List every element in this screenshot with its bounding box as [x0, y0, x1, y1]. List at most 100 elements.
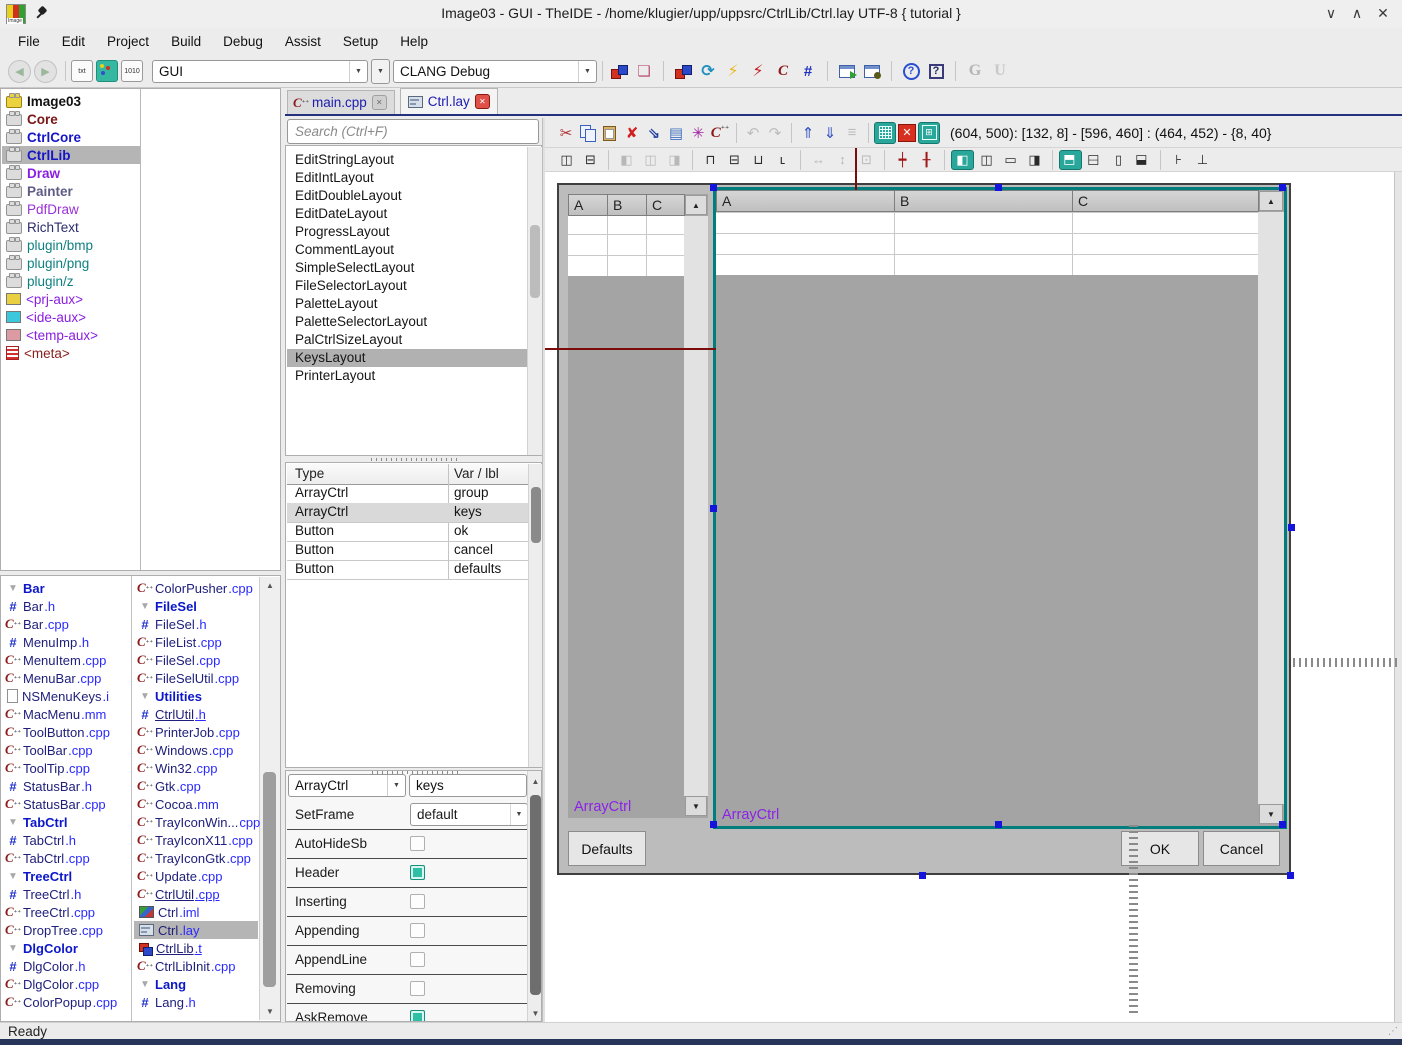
file-item-macmenu-mm[interactable]: C⁺⁺MacMenu.mm — [2, 705, 130, 723]
shade-button[interactable]: ∨ — [1320, 5, 1342, 23]
chevron-down-icon[interactable]: ▼ — [387, 775, 405, 796]
file-group-tabctrl[interactable]: ▼TabCtrl — [2, 813, 130, 831]
history-forward-icon[interactable]: ▶ — [34, 60, 57, 83]
text-mode-icon[interactable]: txt — [71, 60, 93, 82]
goto-u-icon[interactable]: U — [989, 60, 1011, 82]
history-back-icon[interactable]: ◀ — [8, 60, 31, 83]
property-removing[interactable]: Removing — [287, 974, 528, 1004]
property-checkbox[interactable] — [410, 836, 425, 851]
file-item-trayicongtk-cpp[interactable]: C⁺⁺TrayIconGtk.cpp — [134, 849, 258, 867]
resize-handle[interactable] — [1279, 184, 1286, 191]
file-item-windows-cpp[interactable]: C⁺⁺Windows.cpp — [134, 741, 258, 759]
file-item-treectrl-h[interactable]: #TreeCtrl.h — [2, 885, 130, 903]
column-header-b[interactable]: B — [894, 190, 1073, 212]
build-flags-icon[interactable] — [672, 60, 694, 82]
menu-file[interactable]: File — [8, 31, 50, 52]
property-checkbox[interactable] — [410, 981, 425, 996]
file-item-ctrl-lay[interactable]: Ctrl.lay — [134, 921, 258, 939]
files-scrollbar-thumb[interactable] — [263, 772, 276, 987]
package-item-plugin-png[interactable]: plugin/png — [2, 254, 141, 272]
scroll-up-icon[interactable]: ▲ — [1259, 191, 1283, 211]
anchor-top-icon[interactable]: ◧ — [1059, 150, 1082, 170]
property-checkbox[interactable] — [410, 1010, 425, 1022]
property-value-dropdown[interactable]: default▼ — [410, 803, 528, 826]
same-size-icon[interactable]: ⊡ — [855, 150, 878, 170]
same-width-icon[interactable]: ↔ — [807, 150, 830, 170]
package-item-temp-aux[interactable]: <temp-aux> — [2, 326, 141, 344]
scroll-up-icon[interactable]: ▲ — [685, 195, 707, 215]
layout-item-fileselectorlayout[interactable]: FileSelectorLayout — [287, 277, 527, 295]
package-colors-icon[interactable]: ❏ — [633, 60, 655, 82]
arrayctrl-keys[interactable]: ABC▲▼ArrayCtrl — [716, 190, 1284, 826]
preprocess-file-icon[interactable]: # — [797, 60, 819, 82]
arrayctrl-group[interactable]: ABC▲▼ArrayCtrl — [568, 194, 708, 818]
cancel-button[interactable]: Cancel — [1203, 831, 1280, 866]
file-item-statusbar-h[interactable]: #StatusBar.h — [2, 777, 130, 795]
layout-item-editdatelayout[interactable]: EditDateLayout — [287, 205, 527, 223]
file-item-treectrl-cpp[interactable]: C⁺⁺TreeCtrl.cpp — [2, 903, 130, 921]
align-centers-icon[interactable]: ◫ — [639, 150, 662, 170]
spring-vert-icon[interactable]: ⊥ — [1191, 150, 1214, 170]
file-item-dlgcolor-cpp[interactable]: C⁺⁺DlgColor.cpp — [2, 975, 130, 993]
layout-item-commentlayout[interactable]: CommentLayout — [287, 241, 527, 259]
file-item-tooltip-cpp[interactable]: C⁺⁺ToolTip.cpp — [2, 759, 130, 777]
build-method-drop-button[interactable]: ▼ — [371, 59, 390, 84]
main-package-combo[interactable]: GUI ▼ — [152, 60, 368, 83]
menu-build[interactable]: Build — [161, 31, 211, 52]
menu-edit[interactable]: Edit — [52, 31, 95, 52]
build-method-combo[interactable]: CLANG Debug ▼ — [393, 60, 597, 83]
menu-setup[interactable]: Setup — [333, 31, 388, 52]
sizing-toggle-icon[interactable]: ⊞ — [918, 122, 940, 144]
test-layout-icon[interactable]: ✳ — [687, 122, 709, 144]
scroll-down-icon[interactable]: ▼ — [528, 1009, 542, 1018]
close-button[interactable]: ✕ — [1372, 5, 1394, 23]
property-checkbox[interactable] — [410, 894, 425, 909]
package-item-plugin-bmp[interactable]: plugin/bmp — [2, 236, 141, 254]
property-checkbox[interactable] — [410, 865, 425, 880]
property-autohidesb[interactable]: AutoHideSb — [287, 829, 528, 859]
compile-file-icon[interactable]: C — [772, 60, 794, 82]
scroll-up-icon[interactable]: ▲ — [528, 777, 542, 786]
file-item-dlgcolor-h[interactable]: #DlgColor.h — [2, 957, 130, 975]
scroll-track[interactable] — [1258, 212, 1284, 804]
file-item-bar-h[interactable]: #Bar.h — [2, 597, 130, 615]
layout-item-palctrlsizelayout[interactable]: PalCtrlSizeLayout — [287, 331, 527, 349]
file-item-printerjob-cpp[interactable]: C⁺⁺PrinterJob.cpp — [134, 723, 258, 741]
anchor-height-icon[interactable]: ▯ — [1107, 150, 1130, 170]
chevron-down-icon[interactable]: ▼ — [578, 61, 596, 82]
file-item-ctrllibinit-cpp[interactable]: C⁺⁺CtrlLibInit.cpp — [134, 957, 258, 975]
maximize-button[interactable]: ∧ — [1346, 5, 1368, 23]
context-help-icon[interactable]: ? — [925, 60, 947, 82]
resize-handle[interactable] — [995, 821, 1002, 828]
chevron-down-icon[interactable]: ▼ — [510, 804, 527, 825]
resize-handle[interactable] — [710, 505, 717, 512]
file-group-bar[interactable]: ▼Bar — [2, 579, 130, 597]
grid-toggle-icon[interactable] — [874, 122, 896, 144]
property-checkbox[interactable] — [410, 952, 425, 967]
package-item-painter[interactable]: Painter — [2, 182, 141, 200]
package-item-meta[interactable]: <meta> — [2, 344, 141, 362]
package-item-ctrlcore[interactable]: CtrlCore — [2, 128, 141, 146]
label-align-icon[interactable]: ʟ — [771, 150, 794, 170]
center-vert-icon[interactable]: ⊟ — [579, 150, 602, 170]
layout-item-palettelayout[interactable]: PaletteLayout — [287, 295, 527, 313]
close-icon[interactable]: ✕ — [372, 95, 387, 110]
resize-handle[interactable] — [710, 821, 717, 828]
file-group-filesel[interactable]: ▼FileSel — [134, 597, 258, 615]
layout-item-editdoublelayout[interactable]: EditDoubleLayout — [287, 187, 527, 205]
column-header-a[interactable]: A — [716, 190, 895, 212]
anchor-vcenter-icon[interactable]: ◫ — [1083, 150, 1106, 170]
defaults-button[interactable]: Defaults — [568, 831, 646, 866]
widget-row-defaults[interactable]: Buttondefaults — [287, 560, 528, 580]
file-item-update-cpp[interactable]: C⁺⁺Update.cpp — [134, 867, 258, 885]
resize-handle[interactable] — [919, 872, 926, 879]
column-header-c[interactable]: C — [646, 194, 685, 216]
file-item-ctrlutil-cpp[interactable]: C⁺⁺CtrlUtil.cpp — [134, 885, 258, 903]
file-item-menuimp-h[interactable]: #MenuImp.h — [2, 633, 130, 651]
package-item-core[interactable]: Core — [2, 110, 141, 128]
widget-row-ok[interactable]: Buttonok — [287, 522, 528, 542]
property-inserting[interactable]: Inserting — [287, 887, 528, 917]
tab-main-cpp[interactable]: C⁺⁺main.cpp✕ — [287, 90, 395, 114]
binary-mode-icon[interactable]: 1010 — [121, 60, 143, 82]
layout-scrollbar-thumb[interactable] — [530, 225, 540, 298]
